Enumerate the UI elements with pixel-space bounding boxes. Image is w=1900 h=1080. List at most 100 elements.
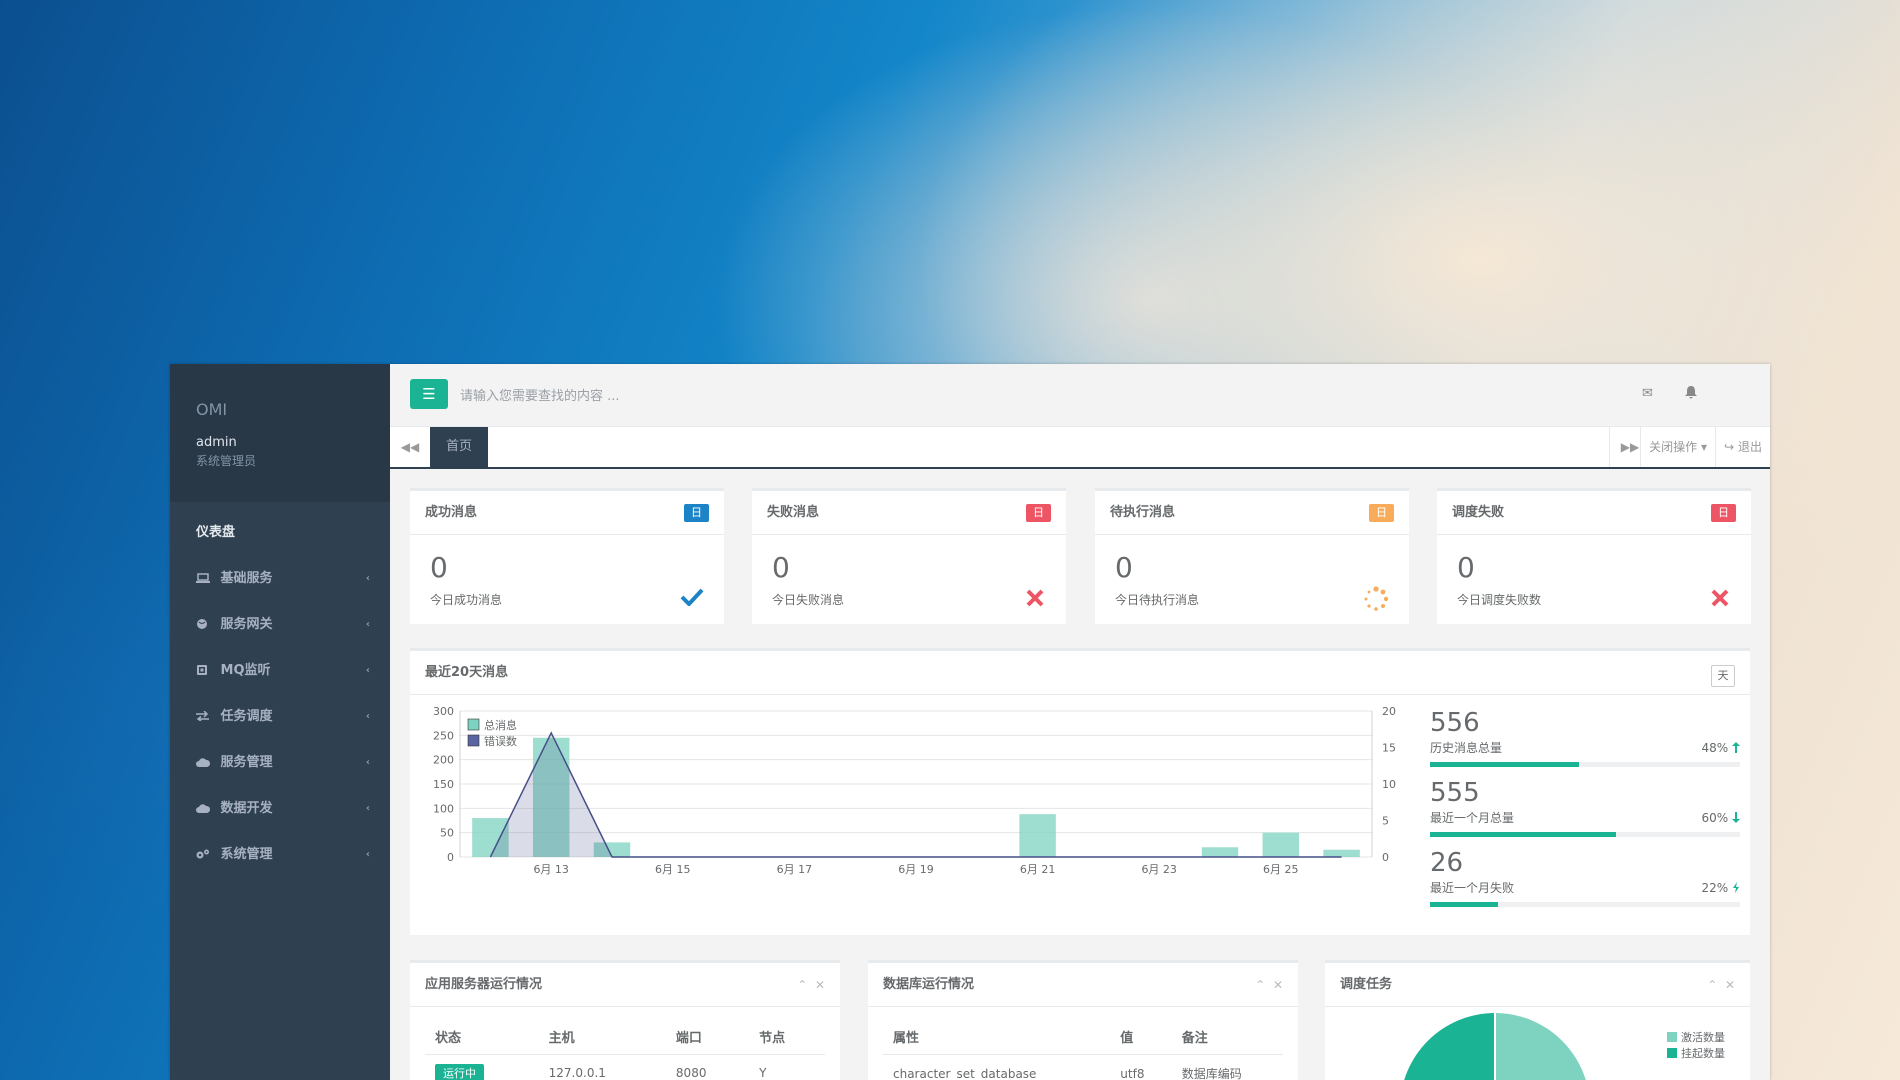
cogs-icon [196,849,209,859]
messages-chart-panel: 最近20天消息 天 0 50 100 150 200 250 300 0 5 10 15 20 6月 1… [410,648,1750,935]
column-header: 端口 [665,1019,750,1055]
sidebar-item-system[interactable]: 系统管理 ‹ [170,832,390,878]
card-title: 应用服务器运行情况 [425,977,543,992]
bell-icon[interactable] [1685,386,1697,399]
profile-header: OMI admin 系统管理员 [170,364,390,502]
table-header-row: 状态 主机 端口 节点 [425,1019,825,1055]
card-header: 调度任务 ⌃ ✕ [1325,963,1750,1007]
legend-swatch [1667,1048,1677,1058]
user-name[interactable]: admin [196,435,390,450]
tab-home[interactable]: 首页 [430,427,489,467]
column-header: 主机 [538,1019,666,1055]
chevron-left-icon: ‹ [365,573,370,584]
column-header: 状态 [425,1019,539,1055]
tab-scroll-left-button[interactable]: ◀◀ [390,427,431,467]
app-window: OMI admin 系统管理员 仪表盘 基础服务 ‹ 服务网关 ‹ MQ监听 ‹ [170,364,1770,1080]
sidebar-item-dashboard[interactable]: 仪表盘 [170,510,390,556]
kpi-value: 556 [1430,708,1480,738]
tab-bar: ◀◀ 首页 ▶▶ 关闭操作 ▾ ↪ 退出 [390,427,1770,469]
close-ops-label: 关闭操作 [1649,440,1698,454]
sign-out-icon: ↪ [1724,440,1735,454]
nav-menu: 仪表盘 基础服务 ‹ 服务网关 ‹ MQ监听 ‹ 任务调度 ‹ 服务管理 ‹ 数… [170,502,390,878]
card-title: 成功消息 [425,505,478,520]
legend-swatch [1667,1032,1677,1042]
sidebar-item-scheduling[interactable]: 任务调度 ‹ [170,694,390,740]
column-header: 备注 [1171,1019,1283,1055]
stat-subtitle: 今日成功消息 [430,593,503,607]
servers-table: 状态 主机 端口 节点 运行中 127.0.0.1 8080 Y [425,1019,825,1080]
stat-card-success: 成功消息 日 0 今日成功消息 [410,488,724,624]
stat-subtitle: 今日待执行消息 [1115,593,1200,607]
column-header: 属性 [883,1019,1111,1055]
y-tick-label-left: 0 [447,851,454,864]
legend-label: 总消息 [484,718,517,732]
cloud-icon [196,758,210,767]
legend-swatch [467,734,480,747]
forward-icon: ▶▶ [1620,440,1640,454]
sidebar-item-service-mgmt[interactable]: 服务管理 ‹ [170,740,390,786]
chevron-left-icon: ‹ [365,665,370,676]
close-icon[interactable]: ✕ [1725,978,1735,992]
kpi-progress-bar [1430,762,1740,767]
database-panel: 数据库运行情况 ⌃ ✕ 属性 值 备注 character_set_databa… [868,960,1298,1080]
table-header-row: 属性 值 备注 [883,1019,1283,1055]
card-title: 数据库运行情况 [883,977,975,992]
sidebar-item-mq[interactable]: MQ监听 ‹ [170,648,390,694]
card-header: 待执行消息 日 [1095,491,1409,535]
close-ops-dropdown[interactable]: 关闭操作 ▾ [1640,427,1715,467]
day-badge: 日 [1026,504,1051,522]
status-cell: 运行中 [425,1055,539,1080]
up-arrow-icon [1732,742,1740,753]
close-icon [1026,589,1044,607]
kpi-value: 26 [1430,848,1464,878]
menu-toggle-button[interactable]: ☰ [410,379,448,409]
chevron-up-icon[interactable]: ⌃ [1707,978,1717,992]
search-input[interactable] [458,384,882,408]
chevron-up-icon[interactable]: ⌃ [1255,978,1265,992]
panel-tools: ⌃ ✕ [797,963,825,1007]
card-header: 成功消息 日 [410,491,724,535]
bar [1323,849,1360,857]
chevron-up-icon[interactable]: ⌃ [797,978,807,992]
y-tick-label-right: 10 [1382,778,1396,791]
y-tick-label-left: 300 [433,705,454,718]
caret-down-icon: ▾ [1697,440,1707,454]
pie-legend-active: 激活数量 [1667,1029,1725,1045]
bar [1019,814,1056,857]
x-tick-label: 6月 17 [777,863,813,876]
bars-icon: ☰ [422,385,436,403]
stat-card-pending: 待执行消息 日 0 今日待执行消息 [1095,488,1409,624]
kpi-percent: 48% [1702,741,1740,755]
brand-logo: OMI [196,400,228,419]
sidebar-item-label: 数据开发 [220,801,273,816]
stat-card-failed: 失败消息 日 0 今日失败消息 [752,488,1066,624]
close-icon[interactable]: ✕ [815,978,825,992]
table-cell: 数据库编码 [1181,1067,1242,1080]
servers-panel: 应用服务器运行情况 ⌃ ✕ 状态 主机 端口 节点 运行中 127.0.0.1 [410,960,840,1080]
day-toggle-button[interactable]: 天 [1711,665,1735,687]
legend-label: 挂起数量 [1681,1047,1725,1060]
exchange-icon [196,711,209,721]
sidebar-item-label: 服务管理 [220,755,273,770]
schedule-panel: 调度任务 ⌃ ✕ 激活数量 挂起数量 [1325,960,1750,1080]
logout-button[interactable]: ↪ 退出 [1715,427,1770,467]
close-icon[interactable]: ✕ [1273,978,1283,992]
error-area [490,732,1342,857]
logout-label: 退出 [1737,440,1762,454]
envelope-icon[interactable]: ✉ [1642,386,1653,401]
cloud-icon [196,804,210,813]
kpi-percent: 22% [1702,881,1741,895]
sidebar-item-label: 系统管理 [220,847,273,862]
sidebar-item-basic-services[interactable]: 基础服务 ‹ [170,556,390,602]
kpi-month-total: 555 最近一个月总量 60% [1430,779,1740,837]
kpi-month-failed: 26 最近一个月失败 22% [1430,849,1740,907]
stat-value: 0 [1457,551,1475,584]
legend-label: 激活数量 [1681,1031,1725,1044]
x-tick-label: 6月 21 [1020,863,1056,876]
sidebar-item-gateway[interactable]: 服务网关 ‹ [170,602,390,648]
main-area: ☰ ✉ ◀◀ 首页 ▶▶ 关闭操作 ▾ ↪ 退出 成功消息 日 [390,364,1770,1080]
pie-slice-active [1495,1013,1586,1080]
sidebar-item-data-dev[interactable]: 数据开发 ‹ [170,786,390,832]
pie-legend-suspended: 挂起数量 [1667,1045,1725,1061]
spinner-icon [1364,586,1389,611]
